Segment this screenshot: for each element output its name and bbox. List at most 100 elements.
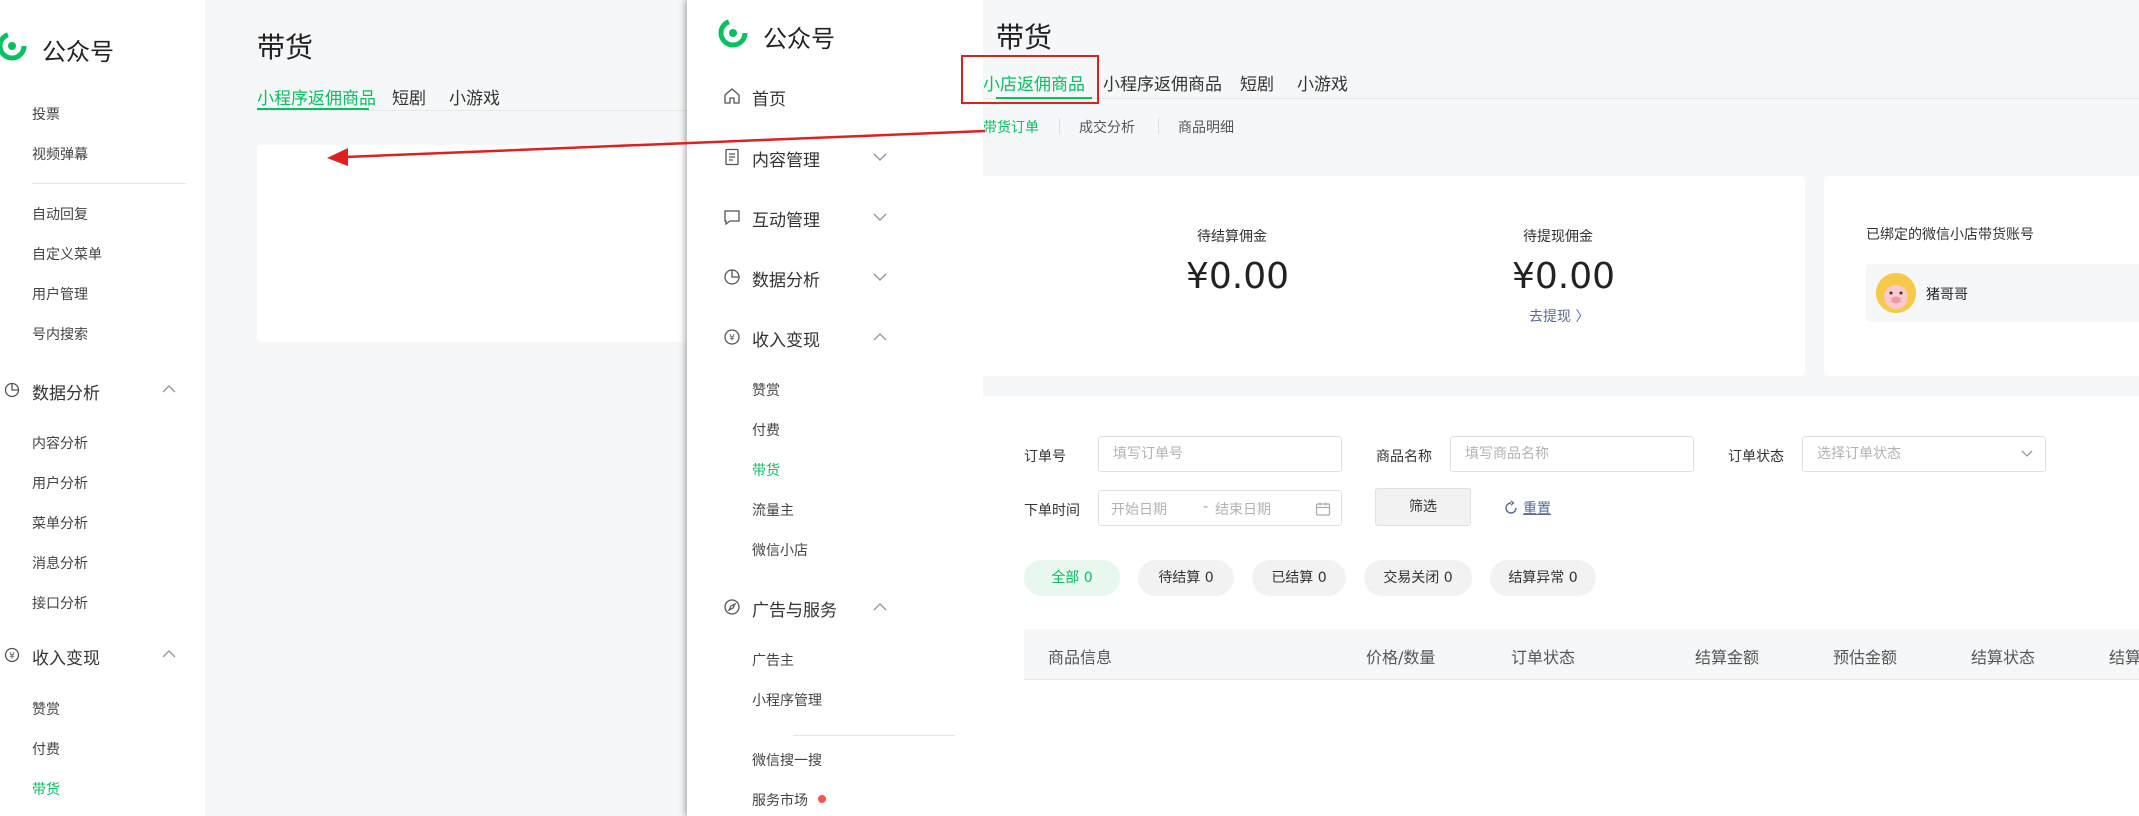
nav-ads-services[interactable]: 广告与服务 (687, 587, 983, 627)
back-nav-ecommerce-active[interactable]: 带货 (32, 779, 60, 799)
svg-text:¥: ¥ (729, 334, 735, 344)
chevron-down-icon (873, 153, 887, 161)
status-pill-all[interactable]: 全部 0 (1024, 560, 1120, 596)
back-nav-user-analysis[interactable]: 用户分析 (32, 473, 88, 493)
home-icon (724, 88, 740, 104)
product-name-label: 商品名称 (1376, 449, 1432, 465)
commission-stats-card: 待结算佣金 ¥0.00 待提现佣金 ¥0.00 去提现 〉 (983, 176, 1805, 376)
front-main-content: 带货 小店返佣商品 小程序返佣商品 短剧 小游戏 带货订单 成交分析 商品明细 … (961, 0, 2139, 816)
nav-home[interactable]: 首页 (687, 76, 983, 116)
pie-chart-icon (724, 269, 740, 285)
nav-interaction-management[interactable]: 互动管理 (687, 197, 983, 237)
back-nav-menu-analysis[interactable]: 菜单分析 (32, 513, 88, 533)
nav-sub-traffic-owner[interactable]: 流量主 (752, 500, 794, 520)
subtab-orders[interactable]: 带货订单 (983, 117, 1039, 137)
withdrawable-commission-value: ¥0.00 (1512, 256, 1616, 297)
back-nav-paid[interactable]: 付费 (32, 739, 60, 759)
tab-short-drama[interactable]: 短剧 (1240, 70, 1274, 95)
orders-table-header: 商品信息 价格/数量 订单状态 结算金额 预估金额 结算状态 结算 (1024, 629, 2139, 680)
status-pill-pending[interactable]: 待结算 0 (1138, 560, 1234, 596)
back-tab-miniprogram-commission[interactable]: 小程序返佣商品 (257, 84, 376, 109)
wechat-official-logo-icon (718, 18, 748, 48)
back-nav-content-analysis[interactable]: 内容分析 (32, 433, 88, 453)
tab-miniprogram-commission[interactable]: 小程序返佣商品 (1103, 70, 1222, 95)
nav-sub-wechat-shop[interactable]: 微信小店 (752, 540, 808, 560)
back-nav-user-management[interactable]: 用户管理 (32, 284, 88, 304)
reset-label: 重置 (1523, 501, 1551, 517)
nav-sub-ecommerce-active[interactable]: 带货 (752, 460, 780, 480)
back-nav-auto-reply[interactable]: 自动回复 (32, 204, 88, 224)
back-content-card (257, 145, 687, 342)
svg-text:¥: ¥ (9, 652, 15, 662)
chat-bubble-icon (724, 210, 740, 226)
order-status-placeholder: 选择订单状态 (1817, 446, 1901, 462)
back-nav-in-account-search[interactable]: 号内搜索 (32, 324, 88, 344)
bound-shop-account-card: 已绑定的微信小店带货账号 猪哥哥 (1824, 176, 2139, 376)
back-nav-custom-menu[interactable]: 自定义菜单 (32, 244, 102, 264)
product-name-input[interactable]: 填写商品名称 (1450, 436, 1694, 472)
filter-button[interactable]: 筛选 (1375, 488, 1471, 526)
pie-chart-icon (4, 382, 20, 398)
order-no-input[interactable]: 填写订单号 (1098, 436, 1342, 472)
nav-sub-service-market[interactable]: 服务市场 (752, 790, 808, 810)
front-sidebar: 公众号 首页 内容管理 互动管理 数据分析 ¥ 收入变现 赞赏 付费 带货 流量… (687, 0, 983, 816)
front-logo-text: 公众号 (763, 25, 835, 53)
pig-avatar-icon (1876, 273, 1916, 313)
back-nav-reward[interactable]: 赞赏 (32, 699, 60, 719)
subtab-deal-analysis[interactable]: 成交分析 (1079, 117, 1135, 137)
document-icon (725, 148, 739, 166)
end-date-placeholder: 结束日期 (1215, 502, 1271, 518)
start-date-placeholder: 开始日期 (1111, 502, 1167, 518)
avatar (1876, 273, 1916, 313)
bound-account-row[interactable]: 猪哥哥 (1866, 264, 2139, 322)
th-settlement-amount: 结算金额 (1695, 648, 1760, 667)
back-section-income[interactable]: ¥ 收入变现 (0, 642, 190, 670)
back-nav-video-danmaku[interactable]: 视频弹幕 (32, 144, 88, 164)
th-order-status: 订单状态 (1511, 648, 1576, 667)
nav-sub-advertiser[interactable]: 广告主 (752, 650, 794, 670)
order-status-select[interactable]: 选择订单状态 (1802, 436, 2046, 472)
annotation-highlight-box (961, 55, 1099, 104)
nav-content-management[interactable]: 内容管理 (687, 137, 983, 177)
th-settlement-status: 结算状态 (1971, 648, 2036, 667)
pending-commission-label: 待结算佣金 (1197, 229, 1267, 245)
nav-data-label: 数据分析 (752, 271, 820, 291)
nav-interaction-label: 互动管理 (752, 211, 820, 231)
nav-data-analysis[interactable]: 数据分析 (687, 257, 983, 297)
status-pill-closed[interactable]: 交易关闭 0 (1364, 560, 1472, 596)
subtab-product-details[interactable]: 商品明细 (1178, 117, 1234, 137)
tab-mini-game[interactable]: 小游戏 (1297, 70, 1348, 95)
back-tab-short-drama[interactable]: 短剧 (392, 84, 426, 109)
back-page-title: 带货 (257, 31, 314, 64)
date-range-picker[interactable]: 开始日期 - 结束日期 (1098, 490, 1342, 526)
foreground-window: 公众号 首页 内容管理 互动管理 数据分析 ¥ 收入变现 赞赏 付费 带货 流量… (687, 0, 2139, 816)
back-nav-api-analysis[interactable]: 接口分析 (32, 593, 88, 613)
back-nav-message-analysis[interactable]: 消息分析 (32, 553, 88, 573)
chevron-up-icon (873, 333, 887, 341)
status-pill-settled[interactable]: 已结算 0 (1252, 560, 1346, 596)
compass-icon (724, 599, 740, 615)
back-tab-mini-game[interactable]: 小游戏 (449, 84, 500, 109)
back-nav-vote[interactable]: 投票 (32, 104, 60, 124)
wechat-official-logo-icon (0, 31, 27, 61)
back-sidebar-divider (32, 183, 186, 184)
nav-income-label: 收入变现 (752, 331, 820, 351)
tab-divider (983, 98, 2139, 99)
yen-circle-icon: ¥ (4, 647, 20, 663)
nav-sub-reward[interactable]: 赞赏 (752, 380, 780, 400)
order-no-label: 订单号 (1024, 449, 1066, 465)
status-pill-abnormal[interactable]: 结算异常 0 (1490, 560, 1596, 596)
nav-sub-miniprogram-management[interactable]: 小程序管理 (752, 690, 822, 710)
nav-content-label: 内容管理 (752, 151, 820, 171)
back-section-income-label: 收入变现 (32, 649, 100, 669)
withdraw-link[interactable]: 去提现 〉 (1529, 306, 1589, 326)
th-product-info: 商品信息 (1048, 648, 1113, 667)
nav-home-label: 首页 (752, 90, 786, 110)
back-section-data-analysis[interactable]: 数据分析 (0, 377, 190, 405)
nav-sub-paid[interactable]: 付费 (752, 420, 780, 440)
calendar-icon (1315, 502, 1331, 516)
nav-sub-wechat-search[interactable]: 微信搜一搜 (752, 750, 822, 770)
back-tab-divider (257, 110, 687, 111)
nav-income[interactable]: ¥ 收入变现 (687, 317, 983, 357)
order-time-label: 下单时间 (1024, 503, 1080, 519)
